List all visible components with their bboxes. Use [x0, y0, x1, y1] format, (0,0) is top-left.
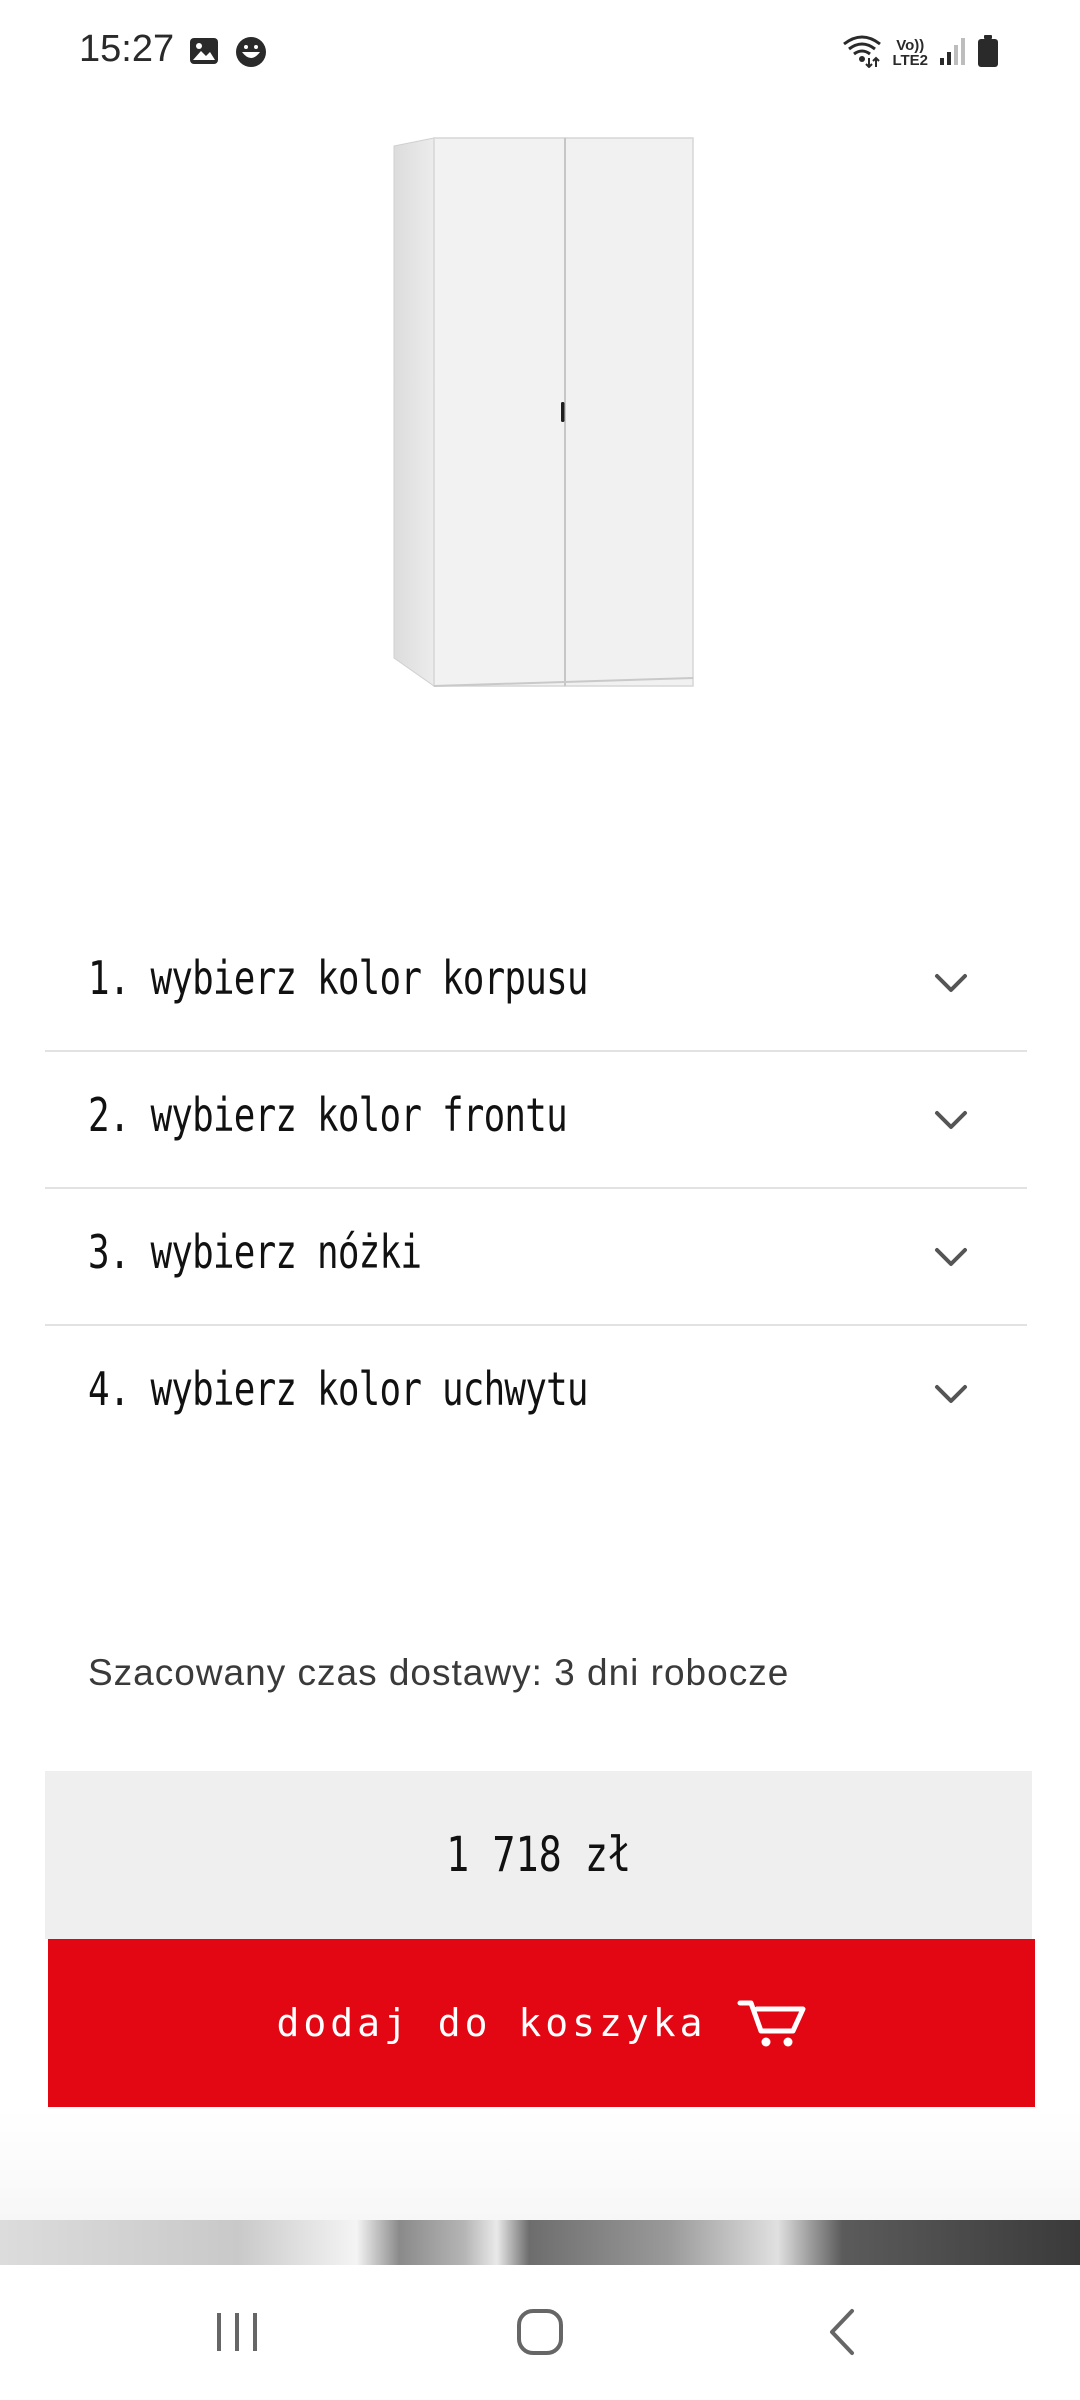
- chevron-down-icon: [935, 1248, 967, 1266]
- home-icon: [517, 2309, 563, 2355]
- config-item-label: 2. wybierz kolor frontu: [88, 1088, 568, 1142]
- page-fade: [0, 2110, 1080, 2220]
- config-item-label: 3. wybierz nóżki: [88, 1225, 422, 1279]
- config-item-handle-color[interactable]: 4. wybierz kolor uchwytu: [45, 1326, 1027, 1463]
- price-box: 1 718 zł: [45, 1771, 1032, 1939]
- config-item-label: 1. wybierz kolor korpusu: [88, 951, 589, 1005]
- config-item-legs[interactable]: 3. wybierz nóżki: [45, 1189, 1027, 1326]
- wifi-icon: [842, 34, 882, 72]
- white-wardrobe-image: [380, 130, 700, 690]
- price-value: 1 718 zł: [446, 1827, 631, 1883]
- status-time: 15:27: [79, 28, 175, 70]
- status-right-icons: Vo)) LTE2: [842, 34, 1000, 72]
- recent-apps-icon: [217, 2313, 257, 2351]
- chevron-down-icon: [935, 1385, 967, 1403]
- delivery-estimate: Szacowany czas dostawy: 3 dni robocze: [88, 1652, 790, 1693]
- chevron-down-icon: [935, 1111, 967, 1129]
- config-item-front-color[interactable]: 2. wybierz kolor frontu: [45, 1052, 1027, 1189]
- configurator-list: 1. wybierz kolor korpusu 2. wybierz kolo…: [45, 915, 1027, 1463]
- config-item-body-color[interactable]: 1. wybierz kolor korpusu: [45, 915, 1027, 1052]
- system-nav-bar: [0, 2265, 1080, 2400]
- back-button[interactable]: [812, 2307, 872, 2357]
- interior-photo-strip: [0, 2220, 1080, 2265]
- lte-bottom-text: LTE2: [892, 52, 928, 69]
- back-icon: [830, 2309, 854, 2355]
- cart-icon: [737, 2000, 806, 2047]
- face-icon: [234, 35, 268, 73]
- add-to-cart-button[interactable]: dodaj do koszyka: [48, 1939, 1035, 2107]
- config-item-label: 4. wybierz kolor uchwytu: [88, 1362, 589, 1416]
- home-button[interactable]: [510, 2307, 570, 2357]
- gallery-icon: [188, 35, 220, 73]
- recent-apps-button[interactable]: [207, 2307, 267, 2357]
- add-to-cart-label: dodaj do koszyka: [276, 2001, 707, 2045]
- battery-icon: [976, 34, 1000, 72]
- signal-icon: [938, 36, 966, 70]
- status-bar: 15:27 Vo)) LTE2: [0, 0, 1080, 108]
- lte-icon: Vo)) LTE2: [892, 38, 928, 68]
- lte-top-text: Vo)): [896, 37, 925, 54]
- status-left-icons: [188, 35, 268, 73]
- chevron-down-icon: [935, 974, 967, 992]
